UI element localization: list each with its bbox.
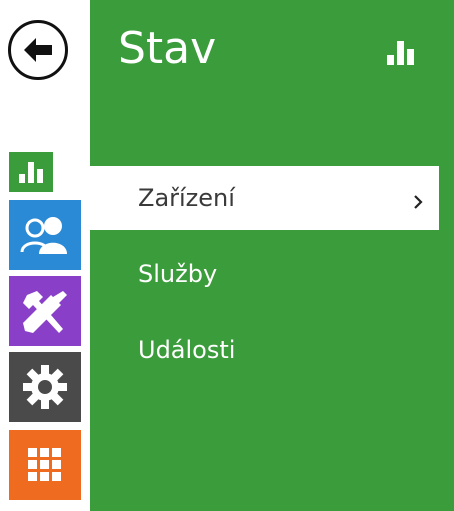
status-panel: Stav Zařízení Služby Události — [90, 0, 454, 511]
menu-item-sluzby[interactable]: Služby — [90, 242, 439, 306]
menu-item-label: Události — [138, 336, 236, 364]
nav-tile-directory[interactable] — [9, 200, 81, 270]
arrow-left-icon — [24, 38, 52, 62]
back-button[interactable] — [8, 20, 68, 80]
nav-tile-status[interactable] — [9, 152, 53, 192]
nav-tile-hardware[interactable] — [9, 276, 81, 346]
menu-item-label: Služby — [138, 260, 218, 288]
menu-item-udalosti[interactable]: Události — [90, 318, 439, 382]
users-icon — [20, 217, 67, 254]
menu-item-label: Zařízení — [138, 184, 235, 212]
bar-chart-icon — [387, 41, 414, 65]
sidebar — [0, 0, 90, 511]
grid-icon — [28, 448, 61, 481]
menu-item-zarizeni[interactable]: Zařízení — [90, 166, 439, 230]
chevron-right-icon — [413, 188, 423, 216]
tools-icon — [23, 291, 67, 333]
nav-tile-system[interactable] — [9, 430, 81, 500]
nav-tile-services[interactable] — [9, 352, 81, 422]
status-menu: Zařízení Služby Události — [90, 166, 454, 394]
page-title: Stav — [118, 23, 217, 74]
bar-chart-icon — [19, 162, 43, 183]
gear-icon — [23, 365, 67, 409]
